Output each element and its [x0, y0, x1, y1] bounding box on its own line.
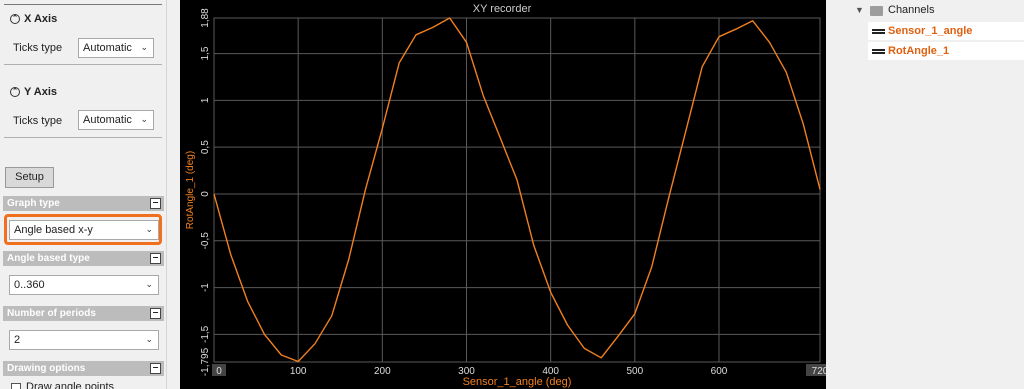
series-line-rotangle-1: [213, 17, 821, 363]
y-tick-label: 1: [200, 97, 211, 103]
x-axis-label: Sensor_1_angle (deg): [463, 376, 572, 388]
drawing-options-title: Drawing options: [7, 363, 86, 374]
channel-item-rotangle-1[interactable]: RotAngle_1: [868, 42, 1024, 60]
y-tick-label: 0,5: [200, 140, 211, 154]
collapse-icon: ⌃: [10, 14, 20, 24]
y-tick-label: -1,5: [200, 325, 211, 343]
collapse-minus-icon[interactable]: –: [150, 363, 161, 374]
plot-area: [213, 17, 821, 363]
y-axis-label: RotAngle_1 (deg): [185, 151, 196, 229]
chevron-down-icon: ⌄: [140, 42, 148, 52]
chevron-down-icon: ⌄: [140, 114, 148, 124]
separator: [4, 137, 162, 138]
x-tick-label: 200: [374, 366, 391, 377]
x-tick-label: 0: [216, 366, 222, 377]
angle-based-type-select[interactable]: 0..360 ⌄: [9, 275, 159, 295]
draw-angle-points-label: Draw angle points: [26, 381, 115, 389]
top-divider: [4, 4, 162, 5]
number-of-periods-header[interactable]: Number of periods –: [3, 306, 164, 321]
collapse-minus-icon[interactable]: –: [150, 308, 161, 319]
number-of-periods-select[interactable]: 2 ⌄: [9, 330, 159, 350]
tree-expand-icon[interactable]: ▼: [855, 5, 864, 15]
x-tick-label: 100: [290, 366, 307, 377]
collapse-icon: ⌃: [10, 87, 20, 97]
y-tick-label: 1,88: [200, 8, 211, 28]
highlight-frame: [4, 214, 162, 245]
channel-item-sensor-1-angle[interactable]: Sensor_1_angle: [868, 22, 1024, 40]
chart-svg: 0 100 200 300 400 500 600 720-1,795-1,5-1-0,500…: [185, 3, 834, 388]
number-of-periods-title: Number of periods: [7, 308, 96, 319]
x-ticks-type-select[interactable]: Automatic ⌄: [78, 38, 154, 58]
channel-label: Sensor_1_angle: [888, 25, 973, 37]
chevron-down-icon: ⌄: [145, 279, 153, 289]
channel-label: RotAngle_1: [888, 45, 950, 57]
y-tick-label: -1,795: [200, 347, 211, 376]
draw-angle-points-checkbox[interactable]: [11, 383, 21, 389]
chevron-down-icon: ⌄: [145, 334, 153, 344]
y-axis-section-header[interactable]: ⌃ Y Axis: [10, 86, 57, 98]
angle-based-type-header[interactable]: Angle based type –: [3, 251, 164, 266]
x-tick-label: 600: [711, 366, 728, 377]
graph-type-header[interactable]: Graph type –: [3, 196, 164, 211]
number-of-periods-value: 2: [14, 334, 21, 346]
collapse-minus-icon[interactable]: –: [150, 198, 161, 209]
y-ticks-type-label: Ticks type: [13, 115, 63, 127]
xy-recorder-chart[interactable]: 0 100 200 300 400 500 600 720 -1,795 -1,5 -1 -0,5 0 0…: [180, 0, 834, 389]
x-ticks-type-value: Automatic: [83, 42, 132, 54]
signal-icon: [872, 49, 885, 54]
setup-button[interactable]: Setup: [5, 167, 54, 188]
x-ticks-type-label: Ticks type: [13, 42, 63, 54]
drawing-options-header[interactable]: Drawing options –: [3, 361, 164, 376]
folder-icon: [870, 6, 883, 16]
separator: [4, 64, 162, 65]
graph-type-title: Graph type: [7, 198, 60, 209]
chart-title: XY recorder: [473, 3, 532, 15]
y-tick-label: 1,5: [200, 46, 211, 60]
angle-based-type-title: Angle based type: [7, 253, 90, 264]
channels-root-label: Channels: [888, 4, 935, 16]
y-tick-label: 0: [200, 191, 211, 197]
y-ticks-type-value: Automatic: [83, 114, 132, 126]
x-axis-section-header[interactable]: ⌃ X Axis: [10, 13, 57, 25]
channels-panel: ▼ Channels Sensor_1_angle RotAngle_1: [840, 0, 1024, 389]
y-axis-title: Y Axis: [24, 86, 58, 98]
x-tick-label: 500: [626, 366, 643, 377]
y-ticks-type-select[interactable]: Automatic ⌄: [78, 110, 154, 130]
properties-panel: ⌃ X Axis Ticks type Automatic ⌄ ⌃ Y Axis…: [0, 0, 166, 389]
y-tick-label: -0,5: [200, 232, 211, 250]
x-tick-label: 720: [812, 366, 826, 377]
signal-icon: [872, 29, 885, 34]
collapse-minus-icon[interactable]: –: [150, 253, 161, 264]
angle-based-type-value: 0..360: [14, 279, 45, 291]
panel-splitter[interactable]: [166, 0, 180, 389]
y-tick-label: -1: [200, 283, 211, 292]
x-axis-title: X Axis: [24, 13, 58, 25]
